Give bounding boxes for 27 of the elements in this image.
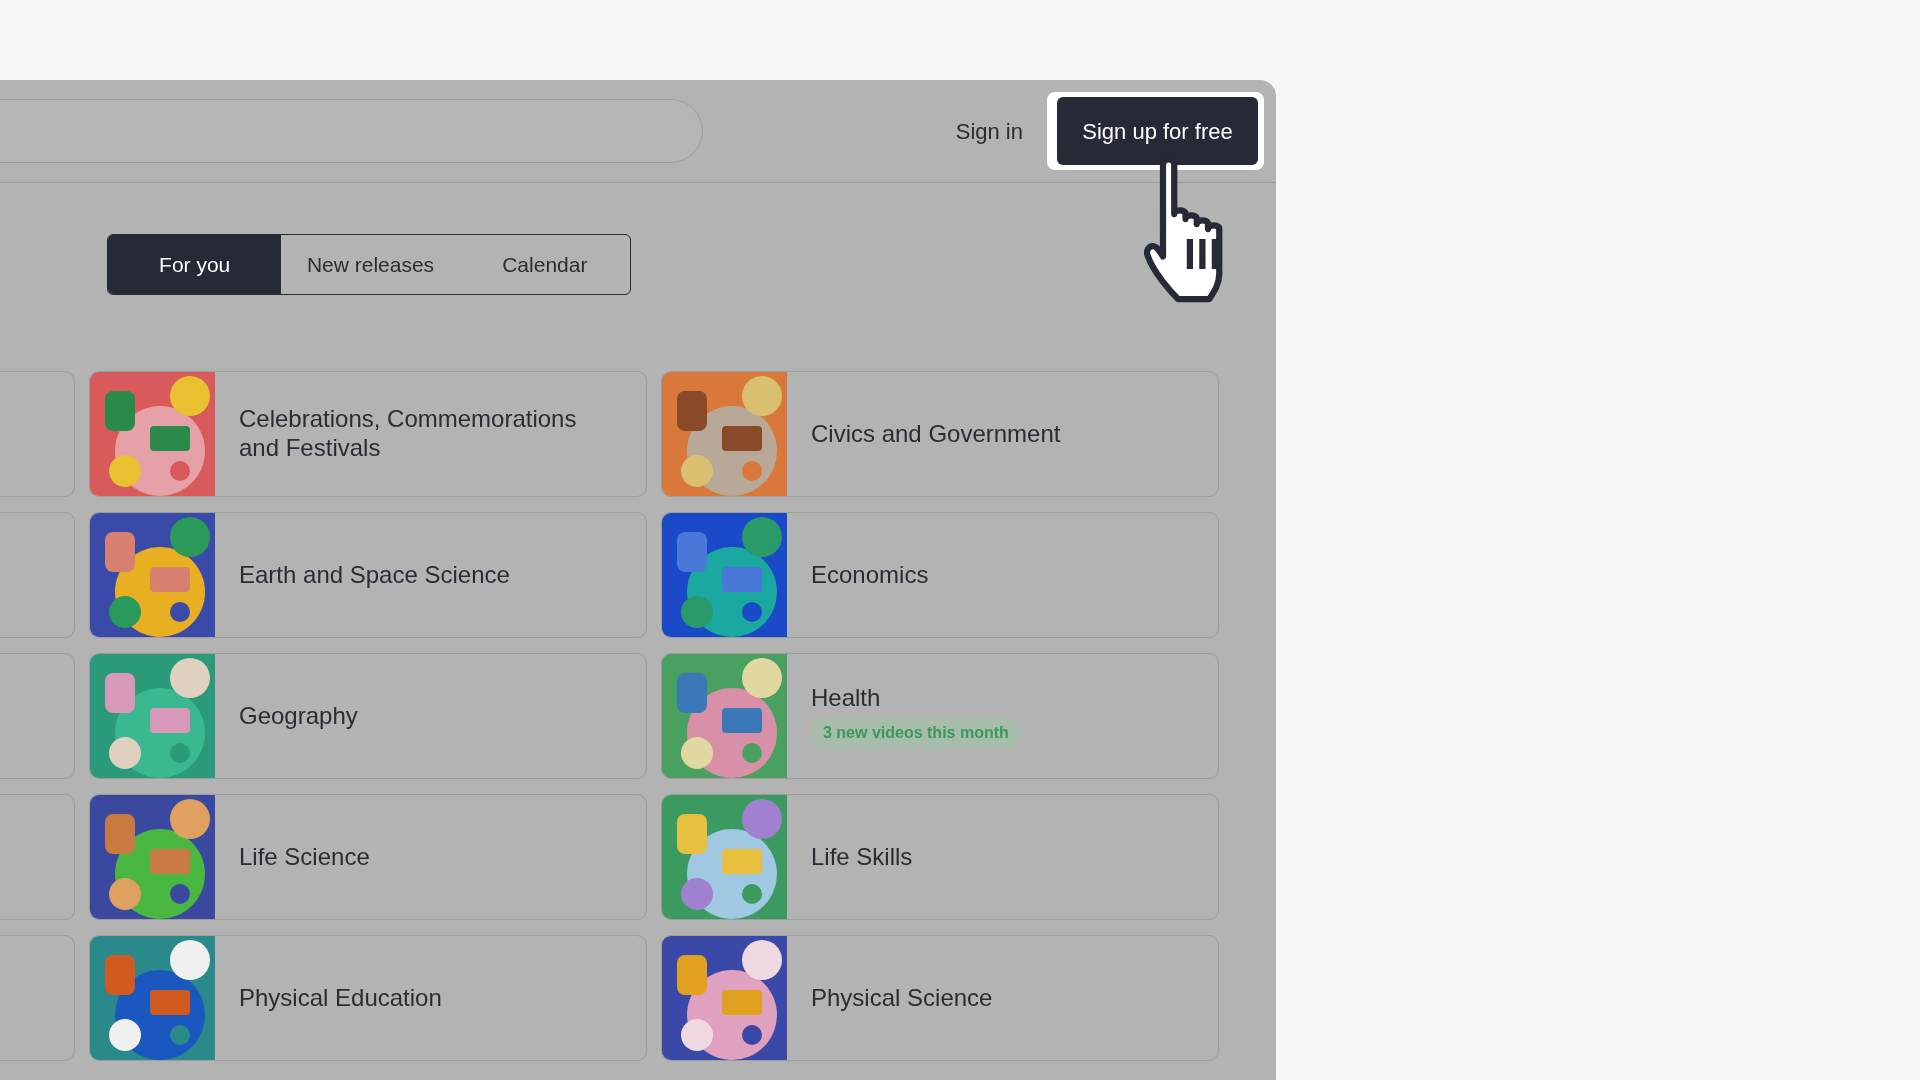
topic-card[interactable]: Physical Education <box>89 935 647 1061</box>
topic-card[interactable]: Earth and Space Science <box>89 512 647 638</box>
tab[interactable]: For you <box>108 235 282 294</box>
topic-card[interactable]: Geography <box>89 653 647 779</box>
topic-title: Life Science <box>239 842 370 872</box>
topic-title: Economics <box>811 560 929 590</box>
topic-card[interactable]: Celebrations, Commemorations and Festivals <box>89 371 647 497</box>
new-videos-badge: 3 new videos this month <box>811 718 1021 749</box>
tab[interactable]: New releases <box>281 235 460 294</box>
topic-title: Celebrations, Commemorations and Festivals <box>239 405 578 463</box>
topic-title: Health <box>811 683 882 713</box>
topic-card[interactable]: Civics and Government <box>661 371 1219 497</box>
topic-card[interactable]: Life Skills <box>661 794 1219 920</box>
topic-title: Physical Education <box>239 983 442 1013</box>
tab[interactable]: Calendar <box>459 235 630 294</box>
topic-title: Life Skills <box>811 842 913 872</box>
sign-in-link[interactable]: Sign in <box>955 114 1023 148</box>
sign-up-button[interactable]: Sign up for free <box>1057 97 1258 165</box>
topic-card[interactable]: Economics <box>661 512 1219 638</box>
topic-card[interactable]: Life Science <box>89 794 647 920</box>
topic-title: Physical Science <box>811 983 993 1013</box>
topic-title: Earth and Space Science <box>239 560 510 590</box>
topic-card[interactable]: Health 3 new videos this month <box>661 653 1219 779</box>
topic-title: Civics and Government <box>811 419 1061 449</box>
search-field[interactable] <box>0 99 703 163</box>
topic-card[interactable]: Physical Science <box>661 935 1219 1061</box>
topic-title: Geography <box>239 701 358 731</box>
